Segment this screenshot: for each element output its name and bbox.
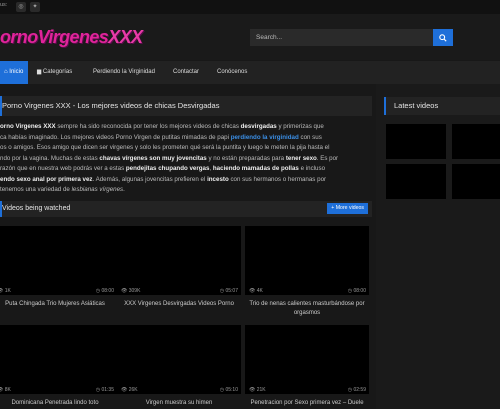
nav-item-contactar[interactable]: Contactar (173, 61, 199, 84)
nav-item-perdiendo-la-virginidad[interactable]: Perdiendo la Virginidad (93, 61, 155, 84)
nav-label: Perdiendo la Virginidad (93, 69, 155, 75)
intro-line: ca habías imaginado. Los mejores videos … (0, 133, 322, 141)
video-title[interactable]: Penetracion por Sexo primera vez – Duele (245, 399, 369, 408)
nav-label: Inicio (9, 69, 24, 75)
search-icon (439, 33, 447, 42)
intro-line: tenemos una variedad de lesbianas vírgen… (0, 186, 125, 193)
folder-icon: ▆ (37, 69, 42, 75)
video-thumbnail[interactable] (117, 325, 241, 394)
follow-label: us: (0, 2, 8, 8)
duration: ◷ 02:59 (347, 387, 366, 393)
nav-label: Contactar (173, 69, 200, 75)
video-title[interactable]: Virgen muestra su himen (117, 399, 241, 408)
video-thumbnail[interactable] (245, 226, 369, 295)
video-title[interactable]: Dominicana Penetrada lindo toto (0, 399, 117, 408)
duration: ◷ 05:07 (219, 288, 238, 294)
intro-line: endo sexo anal por primera vez. Además, … (0, 175, 327, 183)
more-videos-button[interactable]: + More videos (327, 203, 368, 214)
nav-label: Categorías (42, 69, 73, 75)
video-thumbnail[interactable] (0, 226, 117, 295)
videos-section-header: Videos being watched + More videos (0, 201, 372, 217)
latest-video-thumbnail[interactable] (452, 164, 500, 199)
search-button[interactable] (433, 29, 453, 46)
duration: ◷ 01:35 (95, 387, 114, 393)
nav-item-categorias[interactable]: ▆ Categorías (37, 61, 72, 84)
top-bar: us: ◎ ✦ (0, 0, 500, 14)
latest-videos-title: Latest videos (394, 101, 439, 110)
view-count: 👁 4K (249, 288, 263, 294)
view-count: 👁 1K (0, 288, 11, 294)
intro-line: razón que en nuestra web podrás ver a es… (0, 165, 326, 172)
intro-line: ndo por la vagina. Muchas de estas chava… (0, 154, 339, 162)
nav-item-inicio[interactable]: ⌂ Inicio (0, 61, 28, 84)
video-thumbnail[interactable] (117, 226, 241, 295)
search-form (250, 29, 453, 46)
view-count: 👁 26K (121, 387, 138, 393)
latest-video-thumbnail[interactable] (386, 164, 446, 199)
video-title[interactable]: XXX Virgenes Desvirgadas Videos Porno (117, 300, 241, 309)
duration: ◷ 08:00 (95, 288, 114, 294)
latest-video-thumbnail[interactable] (452, 124, 500, 159)
duration: ◷ 08:00 (347, 288, 366, 294)
nav-label: Conócenos (217, 69, 248, 75)
intro-line: os o amigos. Esos amigo que dicen ser vi… (0, 144, 330, 151)
intro-text: orno Virgenes XXX sempre ha sido reconoc… (0, 122, 370, 196)
video-thumbnail[interactable] (245, 325, 369, 394)
home-icon: ⌂ (4, 69, 8, 75)
video-thumbnail[interactable] (0, 325, 117, 394)
video-title[interactable]: Trio de nenas calientes masturbándose po… (245, 300, 369, 318)
video-title[interactable]: Puta Chingada Trio Mujeres Asiáticas (0, 300, 117, 309)
view-count: 👁 8K (0, 387, 11, 393)
view-count: 👁 309K (121, 288, 141, 294)
twitter-icon[interactable]: ✦ (30, 2, 40, 12)
logo-text: ornoVirgenes (0, 27, 109, 47)
main-nav: ⌂ Inicio ▆ Categorías Perdiendo la Virgi… (0, 61, 500, 84)
search-input[interactable] (250, 29, 433, 46)
view-count: 👁 21K (249, 387, 266, 393)
logo-accent: XXX (108, 27, 143, 47)
site-logo[interactable]: ornoVirgenesXXX (0, 27, 143, 48)
instagram-icon[interactable]: ◎ (16, 2, 26, 12)
duration: ◷ 05:10 (219, 387, 238, 393)
perdiendo-la-virginidad-link[interactable]: perdiendo la virginidad (231, 134, 299, 141)
latest-video-thumbnail[interactable] (386, 124, 446, 159)
page-title: Porno Virgenes XXX - Los mejores videos … (2, 101, 220, 110)
section-title: Videos being watched (2, 205, 71, 212)
nav-item-conocenos[interactable]: Conócenos (217, 61, 247, 84)
intro-line: orno Virgenes XXX sempre ha sido reconoc… (0, 123, 324, 130)
latest-videos-header: Latest videos (384, 97, 500, 115)
page-title-box: Porno Virgenes XXX - Los mejores videos … (0, 96, 372, 116)
